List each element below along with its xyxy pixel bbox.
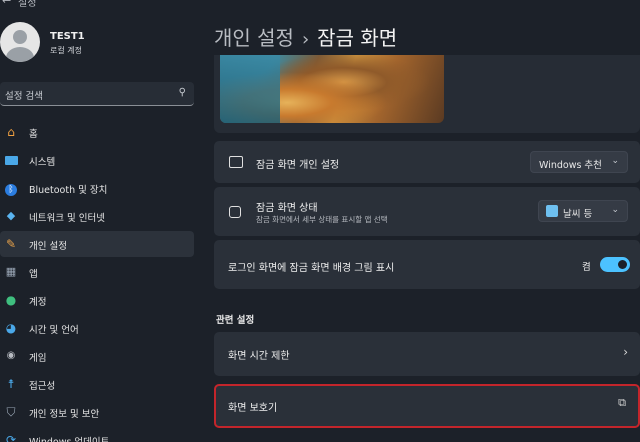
breadcrumb-parent[interactable]: 개인 설정 (214, 26, 294, 50)
main-content: 개인 설정 › 잠금 화면 잠금 화면 개인 설정 Windows 추천 ⌄ 잠금 … (200, 0, 640, 442)
chevron-right-icon: › (623, 345, 628, 359)
lock-screen-preview-image (220, 55, 444, 123)
dropdown-value: 날씨 등 (563, 209, 593, 220)
lock-screen-personalize-label: 잠금 화면 개인 설정 (256, 160, 340, 171)
related-settings-heading: 관련 설정 (216, 315, 255, 326)
chevron-down-icon: ⌄ (611, 156, 619, 166)
lock-screen-status-dropdown[interactable]: 날씨 등 ⌄ (538, 200, 628, 222)
user-name: TEST1 (50, 31, 85, 42)
status-app-icon (229, 206, 241, 218)
sidebar-item-label: 개인 정보 및 보안 (29, 409, 100, 420)
lock-screen-status-label: 잠금 화면 상태 (256, 203, 318, 214)
sidebar-item-label: 홈 (29, 129, 38, 140)
apps-icon: ▦ (5, 265, 17, 278)
page-title: 잠금 화면 (317, 26, 398, 50)
person-icon: ● (5, 293, 17, 307)
sidebar-item-time-language[interactable]: ◕ 시간 및 언어 (0, 315, 194, 341)
search-placeholder: 설정 검색 (5, 91, 43, 102)
sidebar-item-accessibility[interactable]: ☨ 접근성 (0, 371, 194, 397)
sidebar-item-gaming[interactable]: ◉ 게임 (0, 343, 194, 369)
search-icon: ⚲ (178, 87, 186, 98)
sidebar-item-label: Windows 업데이트 (29, 434, 109, 442)
picture-frame-icon (229, 156, 243, 168)
sidebar-item-apps[interactable]: ▦ 앱 (0, 259, 194, 285)
signin-background-row: 로그인 화면에 잠금 화면 배경 그림 표시 켬 (214, 240, 640, 289)
signin-background-label: 로그인 화면에 잠금 화면 배경 그림 표시 (228, 263, 395, 274)
lock-screen-personalize-row[interactable]: 잠금 화면 개인 설정 Windows 추천 ⌄ (214, 141, 640, 183)
user-account-type: 로컬 계정 (50, 46, 82, 55)
avatar-body (6, 47, 34, 62)
shield-icon: ⛉ (6, 405, 16, 419)
screen-time-limit-row[interactable]: 화면 시간 제한 › (214, 332, 640, 376)
breadcrumb: 개인 설정 › 잠금 화면 (214, 22, 397, 51)
gamepad-icon: ◉ (6, 350, 16, 361)
toggle-knob (618, 260, 627, 269)
external-link-icon: ⧉ (618, 396, 626, 409)
sidebar-item-label: Bluetooth 및 장치 (29, 185, 108, 196)
sidebar-item-personalization[interactable]: ✎ 개인 설정 (0, 231, 194, 257)
sidebar-item-privacy[interactable]: ⛉ 개인 정보 및 보안 (0, 399, 194, 425)
sidebar-item-label: 시스템 (29, 157, 56, 168)
sidebar-item-label: 계정 (29, 297, 47, 308)
wifi-icon: ◆ (6, 209, 16, 222)
screensaver-label: 화면 보호기 (228, 403, 278, 414)
sidebar-item-label: 게임 (29, 353, 47, 364)
lock-screen-status-row[interactable]: 잠금 화면 상태 잠금 화면에서 세부 상태를 표시할 앱 선택 날씨 등 ⌄ (214, 187, 640, 236)
lock-screen-preview-card (214, 55, 640, 133)
toggle-state-label: 켬 (582, 262, 591, 273)
avatar[interactable] (0, 22, 40, 62)
signin-background-toggle[interactable] (600, 257, 630, 272)
chevron-down-icon: ⌄ (611, 205, 619, 215)
globe-clock-icon: ◕ (5, 321, 17, 335)
sidebar-item-accounts[interactable]: ● 계정 (0, 287, 194, 313)
avatar-head (13, 30, 27, 44)
bluetooth-icon: ᛒ (4, 181, 18, 196)
brush-icon: ✎ (5, 237, 17, 251)
breadcrumb-separator: › (301, 29, 310, 50)
lock-screen-personalize-dropdown[interactable]: Windows 추천 ⌄ (530, 151, 628, 173)
monitor-icon (4, 153, 18, 167)
screensaver-row[interactable]: 화면 보호기 ⧉ (214, 384, 640, 428)
sidebar-item-windows-update[interactable]: ⟳ Windows 업데이트 (0, 427, 194, 442)
sidebar-item-system[interactable]: 시스템 (0, 147, 194, 173)
weather-icon (546, 205, 558, 217)
home-icon: ⌂ (7, 125, 15, 139)
preview-sea-area (220, 55, 280, 123)
sidebar-item-network[interactable]: ◆ 네트워크 및 인터넷 (0, 203, 194, 229)
update-icon: ⟳ (5, 433, 17, 442)
accessibility-icon: ☨ (7, 377, 15, 391)
sidebar-item-label: 네트워크 및 인터넷 (29, 213, 105, 224)
screen-time-limit-label: 화면 시간 제한 (228, 351, 290, 362)
dropdown-value: Windows 추천 (539, 160, 602, 171)
sidebar-item-home[interactable]: ⌂ 홈 (0, 119, 194, 145)
sidebar-item-label: 앱 (29, 269, 38, 280)
sidebar-item-label: 접근성 (29, 381, 56, 392)
sidebar: TEST1 로컬 계정 설정 검색 ⚲ ⌂ 홈 시스템 ᛒ Bluetooth … (0, 0, 200, 442)
sidebar-item-label: 시간 및 언어 (29, 325, 79, 336)
search-input[interactable]: 설정 검색 ⚲ (0, 82, 194, 106)
sidebar-item-label: 개인 설정 (29, 241, 67, 252)
lock-screen-status-description: 잠금 화면에서 세부 상태를 표시할 앱 선택 (256, 215, 388, 224)
sidebar-item-bluetooth[interactable]: ᛒ Bluetooth 및 장치 (0, 175, 194, 201)
